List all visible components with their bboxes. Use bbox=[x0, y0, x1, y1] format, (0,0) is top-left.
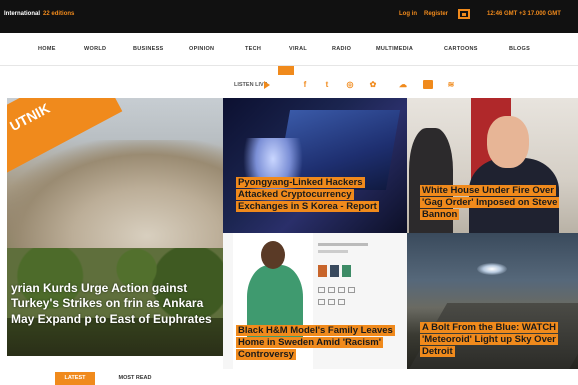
nav-active-marker bbox=[278, 66, 294, 75]
web-icon[interactable]: ✿ bbox=[368, 80, 378, 90]
story-headline-hackers-text: Pyongyang-Linked Hackers Attacked Crypto… bbox=[236, 177, 379, 213]
swatch-green bbox=[342, 265, 351, 277]
story-tile-meteor[interactable]: A Bolt From the Blue: WATCH 'Meteoroid' … bbox=[407, 233, 578, 369]
nav-item-home[interactable]: HOME bbox=[38, 46, 56, 52]
story-headline-meteor[interactable]: A Bolt From the Blue: WATCH 'Meteoroid' … bbox=[420, 322, 575, 358]
twitter-icon[interactable]: t bbox=[322, 80, 332, 90]
size-box bbox=[318, 287, 325, 293]
page-margin bbox=[0, 98, 7, 385]
story-tile-white-house[interactable]: White House Under Fire Over 'Gag Order' … bbox=[407, 98, 578, 233]
product-panel bbox=[318, 239, 398, 323]
account-icon[interactable] bbox=[458, 9, 470, 19]
town-hill bbox=[7, 140, 223, 260]
story-headline-meteor-text: A Bolt From the Blue: WATCH 'Meteoroid' … bbox=[420, 322, 559, 358]
login-link[interactable]: Log in bbox=[399, 11, 417, 17]
swatch-navy bbox=[330, 265, 339, 277]
nav-item-radio[interactable]: RADIO bbox=[332, 46, 351, 52]
nav-item-multimedia[interactable]: MULTIMEDIA bbox=[376, 46, 413, 52]
feed-icon[interactable]: ≋ bbox=[446, 80, 456, 90]
story-headline-hackers[interactable]: Pyongyang-Linked Hackers Attacked Crypto… bbox=[236, 177, 396, 213]
story-headline-white-house[interactable]: White House Under Fire Over 'Gag Order' … bbox=[420, 185, 575, 221]
listen-live-label[interactable]: LISTEN LIVE bbox=[234, 82, 267, 88]
size-box bbox=[338, 299, 345, 305]
edition-label: International bbox=[4, 11, 41, 17]
story-headline-main[interactable]: yrian Kurds Urge Action gainst Turkey's … bbox=[11, 281, 221, 327]
size-box bbox=[328, 287, 335, 293]
child-head bbox=[261, 241, 285, 269]
swatch-orange bbox=[318, 265, 327, 277]
edition-count: 22 editions bbox=[43, 11, 75, 17]
nav-item-viral[interactable]: VIRAL bbox=[289, 46, 307, 52]
story-tile-main[interactable]: UTNIK yrian Kurds Urge Action gainst Tur… bbox=[7, 98, 223, 356]
story-tile-hackers[interactable]: Pyongyang-Linked Hackers Attacked Crypto… bbox=[223, 98, 407, 233]
nav-item-business[interactable]: BUSINESS bbox=[133, 46, 164, 52]
size-box bbox=[318, 299, 325, 305]
clock-readout: 12:46 GMT +3 17.000 GMT bbox=[487, 11, 561, 17]
nav-item-tech[interactable]: TECH bbox=[245, 46, 261, 52]
tab-most-read[interactable]: MOST READ bbox=[110, 372, 160, 385]
facebook-icon[interactable]: f bbox=[300, 80, 310, 90]
story-tile-model[interactable]: Black H&M Model's Family Leaves Home in … bbox=[223, 233, 407, 369]
story-headline-white-house-text: White House Under Fire Over 'Gag Order' … bbox=[420, 185, 560, 221]
youtube-icon[interactable] bbox=[423, 80, 433, 89]
meteor-flash bbox=[477, 263, 507, 275]
size-box bbox=[348, 287, 355, 293]
product-title-line bbox=[318, 243, 368, 246]
size-box bbox=[328, 299, 335, 305]
listen-bar: LISTEN LIVE f t ◎ ✿ ☁ ≋ bbox=[0, 66, 578, 98]
register-link[interactable]: Register bbox=[424, 11, 448, 17]
nav-item-opinion[interactable]: OPINION bbox=[189, 46, 214, 52]
play-icon[interactable] bbox=[264, 81, 270, 89]
nav-item-cartoons[interactable]: CARTOONS bbox=[444, 46, 478, 52]
rss-icon[interactable]: ◎ bbox=[345, 80, 355, 90]
story-headline-model-text: Black H&M Model's Family Leaves Home in … bbox=[236, 325, 395, 361]
soundcloud-icon[interactable]: ☁ bbox=[398, 80, 408, 90]
nav-item-blogs[interactable]: BLOGS bbox=[509, 46, 530, 52]
product-price-line bbox=[318, 250, 348, 253]
edition-selector[interactable]: International 22 editions bbox=[4, 11, 74, 17]
tab-latest[interactable]: LATEST bbox=[55, 372, 95, 385]
nav-item-world[interactable]: WORLD bbox=[84, 46, 106, 52]
main-nav: HOME WORLD BUSINESS OPINION TECH VIRAL R… bbox=[0, 33, 578, 66]
man-face bbox=[487, 116, 529, 168]
top-bar: International 22 editions Log in Register… bbox=[0, 0, 578, 33]
feed-tabs: LATEST MOST READ bbox=[0, 369, 578, 385]
size-box bbox=[338, 287, 345, 293]
story-headline-model[interactable]: Black H&M Model's Family Leaves Home in … bbox=[236, 325, 406, 361]
